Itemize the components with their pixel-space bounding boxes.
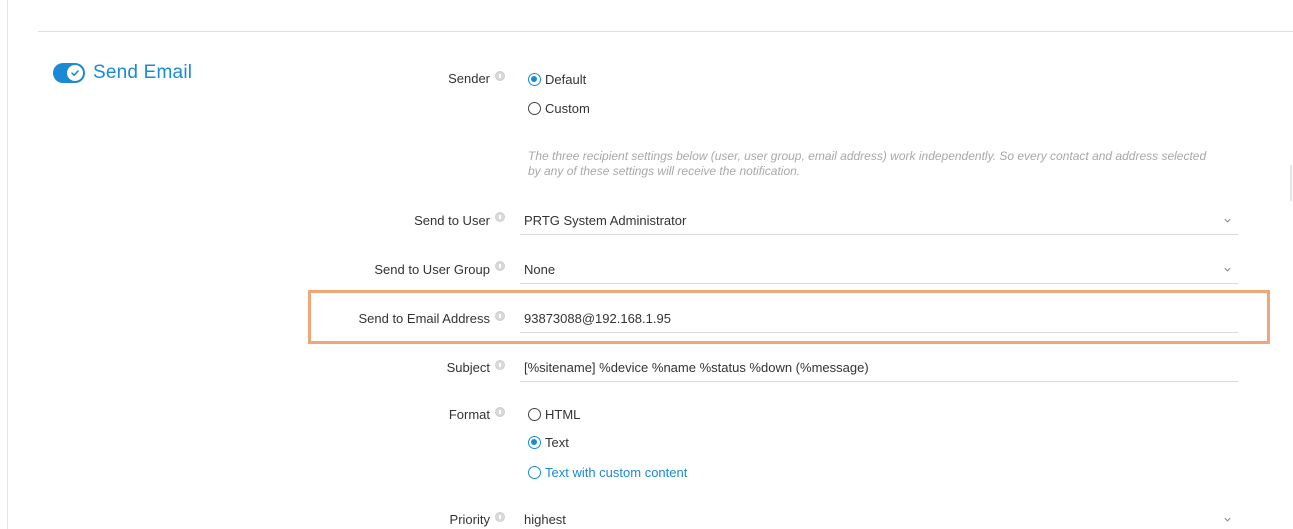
sender-option-custom[interactable]: Custom [528,101,590,116]
radio-selected-icon[interactable] [528,73,541,86]
radio-label: Text with custom content [545,465,688,480]
send-to-user-select[interactable]: PRTG System Administrator [520,207,1238,235]
info-icon[interactable] [495,71,505,81]
section-divider [38,31,1293,32]
radio-label: Text [545,435,569,450]
info-icon[interactable] [495,311,505,321]
radio-label: HTML [545,407,581,422]
info-icon[interactable] [495,407,505,417]
radio-icon[interactable] [528,466,541,479]
priority-select[interactable]: highest [520,506,1238,529]
send-to-user-group-select[interactable]: None [520,256,1238,284]
send-to-email-input[interactable]: 93873088@192.168.1.95 [520,305,1238,333]
priority-value: highest [524,512,566,527]
radio-label: Custom [545,101,590,116]
send-email-section-header: Send Email [53,62,192,84]
format-option-text[interactable]: Text [528,435,569,450]
send-to-email-label: Send to Email Address [358,311,490,326]
send-to-email-value: 93873088@192.168.1.95 [524,311,671,326]
format-label: Format [448,407,490,422]
send-to-user-group-label: Send to User Group [374,262,490,277]
info-icon[interactable] [495,512,505,522]
format-option-html[interactable]: HTML [528,407,580,422]
send-to-user-label: Send to User [414,213,490,228]
chevron-down-icon [1224,218,1231,223]
subject-input[interactable]: [%sitename] %device %name %status %down … [520,354,1238,382]
subject-value: [%sitename] %device %name %status %down … [524,360,869,375]
priority-label: Priority [449,512,490,527]
chevron-down-icon [1224,267,1231,272]
info-icon[interactable] [495,212,505,222]
send-email-toggle[interactable] [53,63,85,83]
check-icon [67,65,83,81]
radio-icon[interactable] [528,408,541,421]
left-border [7,0,8,529]
chevron-down-icon [1224,517,1231,522]
subject-label: Subject [446,360,490,375]
recipient-help-text: The three recipient settings below (user… [528,149,1207,178]
info-icon[interactable] [495,360,505,370]
info-icon[interactable] [495,261,505,271]
radio-label: Default [545,72,587,87]
section-title: Send Email [93,62,193,83]
radio-selected-icon[interactable] [528,436,541,449]
radio-icon[interactable] [528,102,541,115]
sender-label: Sender [448,71,490,86]
format-option-text-custom[interactable]: Text with custom content [528,465,687,480]
scroll-marker [1290,165,1292,201]
send-to-user-group-value: None [524,262,556,277]
sender-option-default[interactable]: Default [528,72,586,87]
send-to-user-value: PRTG System Administrator [524,213,687,228]
